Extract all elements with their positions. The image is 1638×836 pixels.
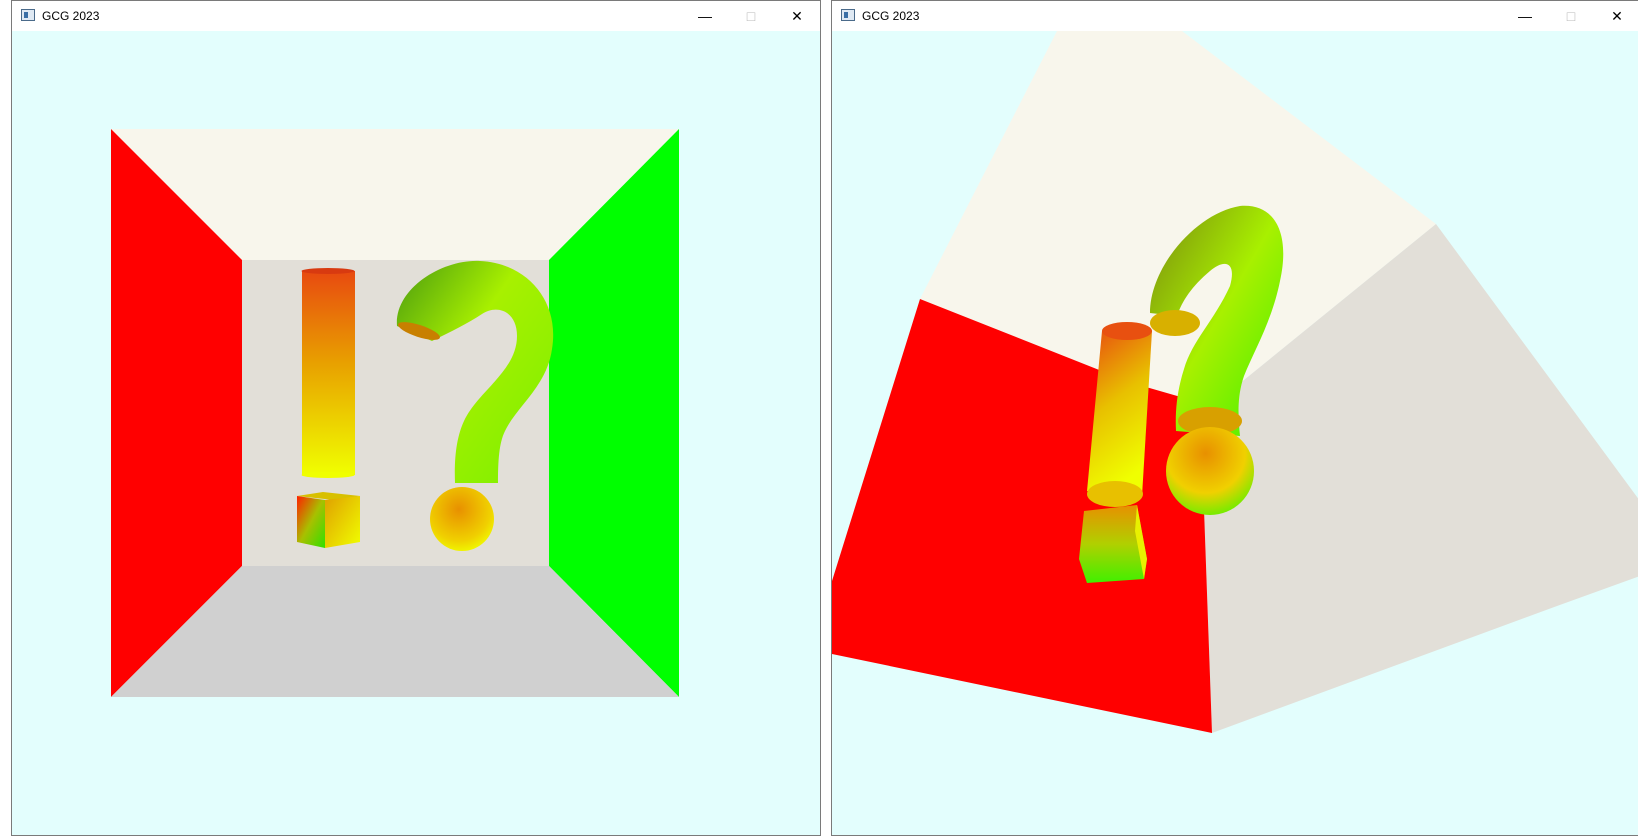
minimize-icon: — — [698, 8, 712, 24]
minimize-button[interactable]: — — [1502, 1, 1548, 31]
question-mark-ball — [1166, 427, 1254, 515]
exclamation-bar-bottom — [1087, 481, 1143, 507]
window-title: GCG 2023 — [42, 9, 100, 23]
minimize-icon: — — [1518, 8, 1532, 24]
app-window-icon — [21, 9, 35, 21]
minimize-button[interactable]: — — [682, 1, 728, 31]
question-mark-ball — [430, 487, 494, 551]
close-icon: ✕ — [1611, 7, 1623, 24]
exclamation-bar-top — [301, 268, 355, 274]
exclamation-bar-bottom — [301, 472, 355, 478]
render-window-front[interactable]: GCG 2023 — □ ✕ — [11, 0, 821, 836]
opengl-viewport[interactable] — [832, 31, 1638, 835]
question-mark-hook-end — [1150, 310, 1200, 336]
title-bar[interactable]: GCG 2023 — □ ✕ — [832, 1, 1638, 31]
maximize-icon: □ — [1566, 8, 1576, 24]
scene-rotated-view — [832, 31, 1638, 733]
render-window-rotated[interactable]: GCG 2023 — □ ✕ — [831, 0, 1638, 836]
scene-front-view — [111, 129, 679, 697]
app-window-icon — [841, 9, 855, 21]
close-button[interactable]: ✕ — [1594, 1, 1638, 31]
close-button[interactable]: ✕ — [774, 1, 820, 31]
title-bar[interactable]: GCG 2023 — □ ✕ — [12, 1, 820, 31]
close-icon: ✕ — [791, 7, 803, 24]
window-title: GCG 2023 — [862, 9, 920, 23]
exclamation-cube-left — [297, 496, 325, 548]
maximize-button[interactable]: □ — [1548, 1, 1594, 31]
opengl-viewport[interactable] — [12, 31, 820, 835]
maximize-icon: □ — [746, 8, 756, 24]
exclamation-bar — [302, 271, 355, 475]
exclamation-bar-top — [1102, 322, 1152, 340]
maximize-button[interactable]: □ — [728, 1, 774, 31]
exclamation-cube-right — [325, 496, 360, 548]
